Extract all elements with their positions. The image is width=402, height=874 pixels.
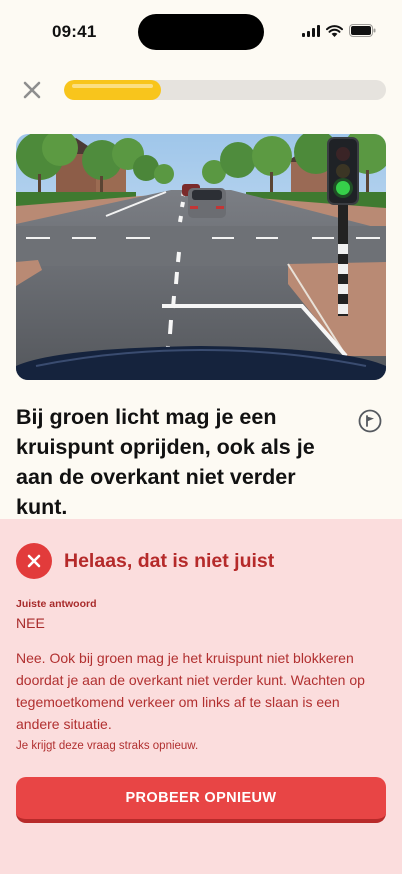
- progress-bar: [64, 80, 386, 100]
- cellular-signal-icon: [302, 24, 320, 37]
- feedback-panel: Helaas, dat is niet juist Juiste antwoor…: [0, 519, 402, 874]
- status-bar: 09:41: [0, 0, 402, 64]
- retry-note: Je krijgt deze vraag straks opnieuw.: [16, 740, 199, 752]
- feedback-title: Helaas, dat is niet juist: [64, 550, 275, 572]
- wifi-icon: [326, 24, 343, 37]
- battery-icon: [349, 24, 376, 37]
- progress-fill: [64, 80, 161, 100]
- question-image: [16, 134, 386, 380]
- answer-explanation: Nee. Ook bij groen mag je het kruispunt …: [16, 650, 365, 732]
- status-icons: [302, 24, 376, 37]
- correct-answer: NEE: [16, 615, 45, 631]
- flag-icon: [358, 409, 382, 433]
- dynamic-island: [138, 14, 264, 50]
- question-text: Bij groen licht mag je een kruispunt opr…: [16, 405, 315, 519]
- retry-button[interactable]: PROBEER OPNIEUW: [16, 777, 386, 823]
- close-icon: [23, 81, 41, 99]
- close-circle-icon: [16, 543, 52, 579]
- report-flag-button[interactable]: [358, 409, 382, 433]
- correct-answer-label: Juiste antwoord: [16, 598, 97, 610]
- status-time: 09:41: [52, 22, 97, 41]
- close-button[interactable]: [18, 76, 46, 104]
